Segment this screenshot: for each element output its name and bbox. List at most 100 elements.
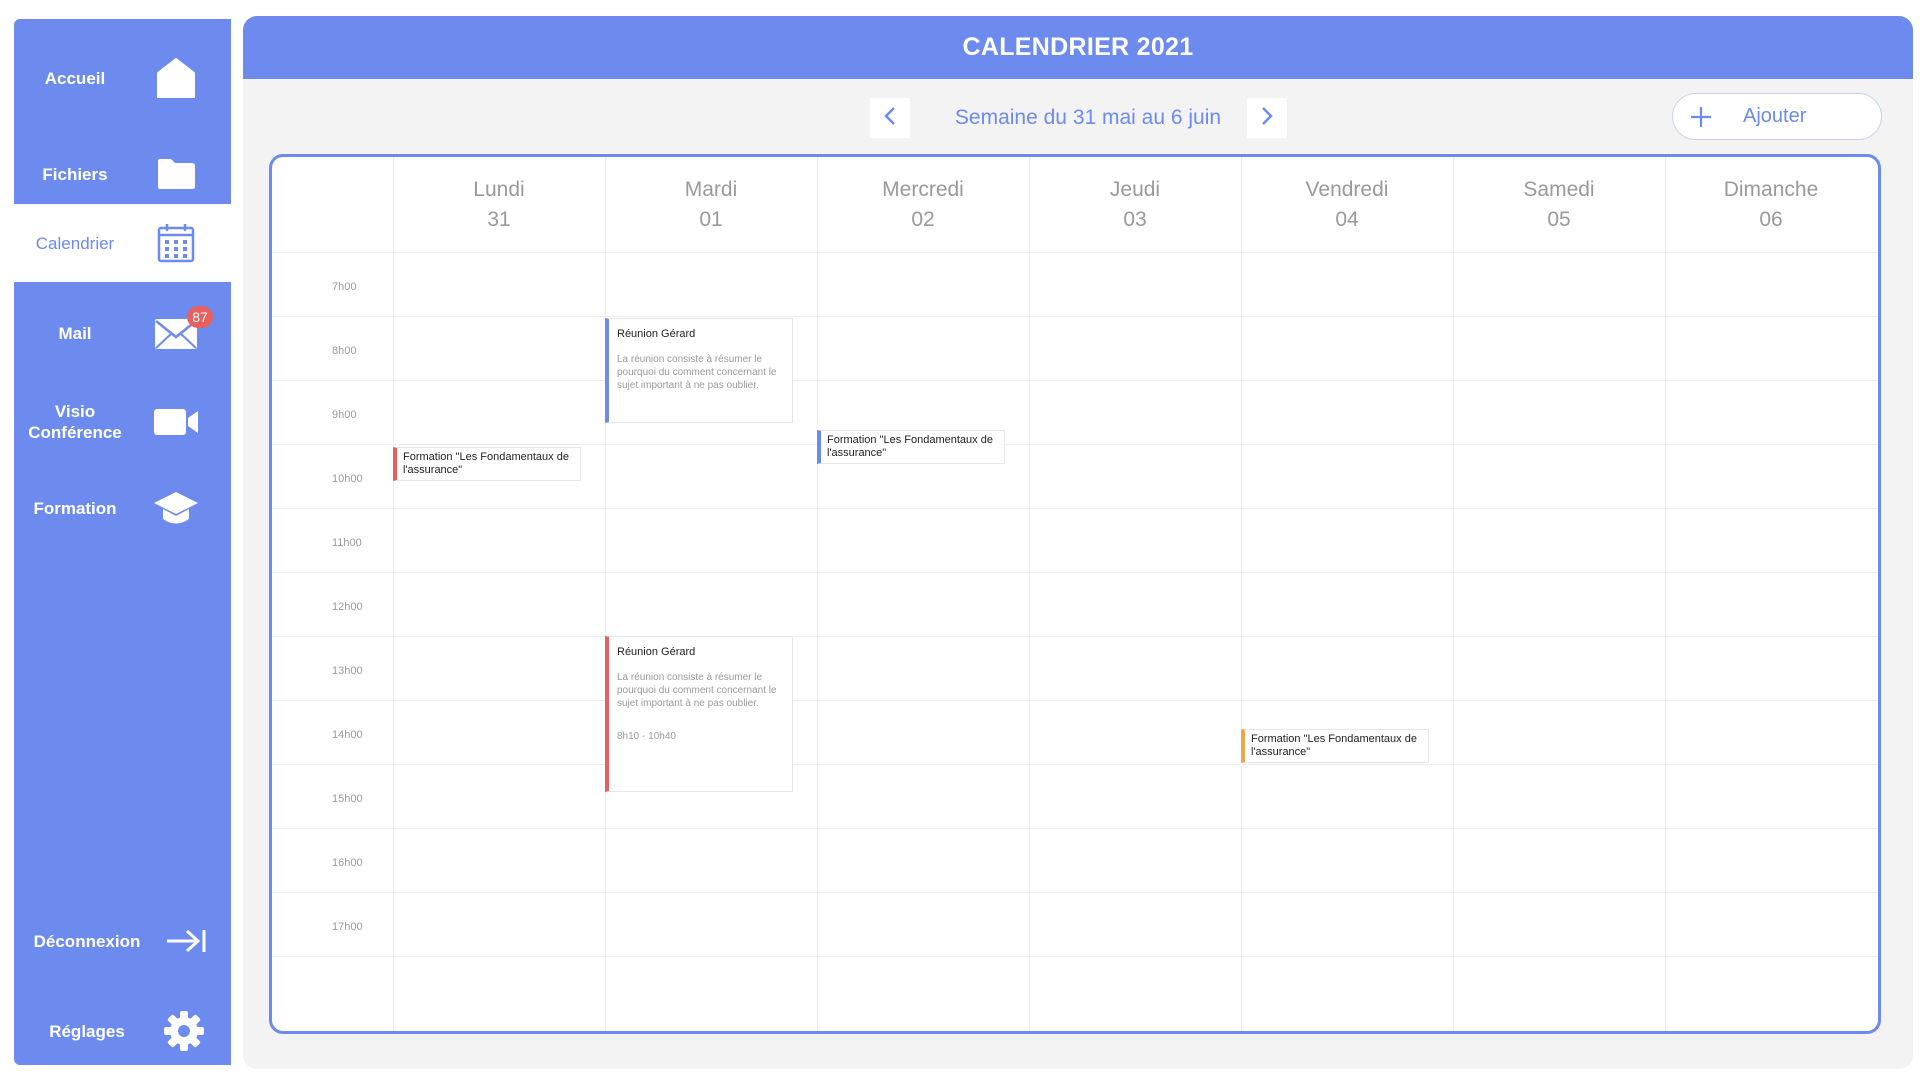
grid-line [817, 157, 818, 1031]
day-header-vendredi[interactable]: Vendredi 04 [1241, 157, 1453, 252]
event-title: Formation "Les Fondamentaux de l'assuran… [1251, 733, 1417, 758]
sidebar-item-label: Déconnexion [33, 931, 141, 951]
day-name: Lundi [473, 178, 525, 201]
folder-icon [152, 150, 200, 198]
hour-label: 17h00 [332, 921, 363, 933]
grid-line [605, 157, 606, 1031]
grid-line [1453, 157, 1454, 1031]
add-button-label: Ajouter [1743, 105, 1807, 127]
grid-line [1029, 157, 1030, 1031]
day-header-dimanche[interactable]: Dimanche 06 [1665, 157, 1877, 252]
day-name: Samedi [1523, 178, 1595, 201]
day-date: 06 [1759, 208, 1783, 231]
day-name: Vendredi [1305, 178, 1389, 201]
sidebar: Accueil Fichiers Calendrier Mail 87 Visi… [14, 19, 231, 1065]
grid-line [272, 252, 1878, 253]
previous-week-button[interactable] [870, 98, 910, 138]
day-date: 04 [1335, 208, 1359, 231]
week-calendar-grid: Lundi 31 Mardi 01 Mercredi 02 Jeudi 03 V… [269, 154, 1881, 1034]
hour-label: 8h00 [332, 345, 357, 357]
event-title: Formation "Les Fondamentaux de l'assuran… [827, 434, 993, 459]
calendar-icon [152, 219, 200, 267]
grid-line [272, 636, 1878, 637]
day-name: Mercredi [882, 178, 964, 201]
grid-line [272, 316, 1878, 317]
day-header-mercredi[interactable]: Mercredi 02 [817, 157, 1029, 252]
hour-label: 11h00 [332, 537, 362, 549]
day-date: 03 [1123, 208, 1147, 231]
calendar-event[interactable]: Formation "Les Fondamentaux de l'assuran… [393, 447, 581, 481]
chevron-left-icon [883, 106, 897, 131]
day-header-lundi[interactable]: Lundi 31 [393, 157, 605, 252]
sidebar-item-formation[interactable]: Formation [14, 469, 231, 547]
grid-line [393, 157, 394, 1031]
grid-line [272, 444, 1878, 445]
sidebar-item-visio-conference[interactable]: Visio Conférence [14, 383, 231, 461]
grid-line [272, 572, 1878, 573]
calendar-event[interactable]: Réunion Gérard La réunion consiste à rés… [605, 636, 793, 792]
hour-label: 12h00 [332, 601, 363, 613]
hour-label: 13h00 [332, 665, 363, 677]
hour-label: 16h00 [332, 857, 363, 869]
event-description: La réunion consiste à résumer le pourquo… [617, 672, 777, 709]
gear-icon [160, 1007, 208, 1055]
sidebar-item-label: Mail [58, 323, 92, 343]
sidebar-item-calendrier[interactable]: Calendrier [14, 204, 231, 282]
chevron-right-icon [1260, 106, 1274, 131]
week-navigation: Semaine du 31 mai au 6 juin [243, 98, 1913, 138]
next-week-button[interactable] [1247, 98, 1287, 138]
event-title: Formation "Les Fondamentaux de l'assuran… [403, 451, 569, 476]
grid-line [272, 828, 1878, 829]
unread-mail-badge: 87 [187, 306, 213, 328]
main-panel: CALENDRIER 2021 Semaine du 31 mai au 6 j… [243, 16, 1913, 1069]
sidebar-item-label: Visio Conférence [28, 402, 122, 442]
grid-line [272, 380, 1878, 381]
plus-icon [1689, 105, 1713, 134]
add-event-button[interactable]: Ajouter [1672, 93, 1882, 140]
event-time: 8h10 - 10h40 [617, 731, 676, 742]
day-name: Jeudi [1109, 178, 1161, 201]
sidebar-item-label: Fichiers [42, 164, 108, 184]
grid-line [1241, 157, 1242, 1031]
week-label: Semaine du 31 mai au 6 juin [954, 106, 1222, 129]
day-header-mardi[interactable]: Mardi 01 [605, 157, 817, 252]
hour-label: 10h00 [332, 473, 363, 485]
sidebar-item-fichiers[interactable]: Fichiers [14, 135, 231, 213]
sidebar-item-deconnexion[interactable]: Déconnexion [14, 902, 231, 980]
grid-line [272, 508, 1878, 509]
day-date: 02 [911, 208, 935, 231]
calendar-event[interactable]: Formation "Les Fondamentaux de l'assuran… [1241, 729, 1429, 763]
event-description: La réunion consiste à résumer le pourquo… [617, 354, 777, 391]
sidebar-item-reglages[interactable]: Réglages [14, 992, 231, 1070]
logout-icon [162, 917, 210, 965]
hour-label: 14h00 [332, 729, 363, 741]
sidebar-item-label: Calendrier [35, 233, 115, 253]
home-icon [152, 54, 200, 102]
video-camera-icon [152, 398, 200, 446]
day-date: 01 [699, 208, 723, 231]
graduation-cap-icon [152, 484, 200, 532]
day-name: Mardi [684, 178, 738, 201]
grid-line [1665, 157, 1666, 1031]
day-header-samedi[interactable]: Samedi 05 [1453, 157, 1665, 252]
sidebar-item-mail[interactable]: Mail 87 [14, 294, 231, 372]
sidebar-item-accueil[interactable]: Accueil [14, 39, 231, 117]
grid-line [272, 956, 1878, 957]
calendar-event[interactable]: Formation "Les Fondamentaux de l'assuran… [817, 430, 1005, 464]
grid-line [272, 892, 1878, 893]
day-header-jeudi[interactable]: Jeudi 03 [1029, 157, 1241, 252]
calendar-event[interactable]: Réunion Gérard La réunion consiste à rés… [605, 318, 793, 423]
grid-line [272, 700, 1878, 701]
sidebar-item-label: Réglages [49, 1021, 125, 1041]
event-title: Réunion Gérard [617, 328, 696, 340]
hour-label: 15h00 [332, 793, 363, 805]
page-title: CALENDRIER 2021 [243, 16, 1913, 79]
day-date: 31 [487, 208, 511, 231]
hour-label: 9h00 [332, 409, 357, 421]
sidebar-item-label: Formation [33, 498, 117, 518]
grid-line [272, 764, 1878, 765]
hour-label: 7h00 [332, 281, 357, 293]
sidebar-item-label: Accueil [44, 68, 106, 88]
event-title: Réunion Gérard [617, 646, 696, 658]
day-date: 05 [1547, 208, 1571, 231]
